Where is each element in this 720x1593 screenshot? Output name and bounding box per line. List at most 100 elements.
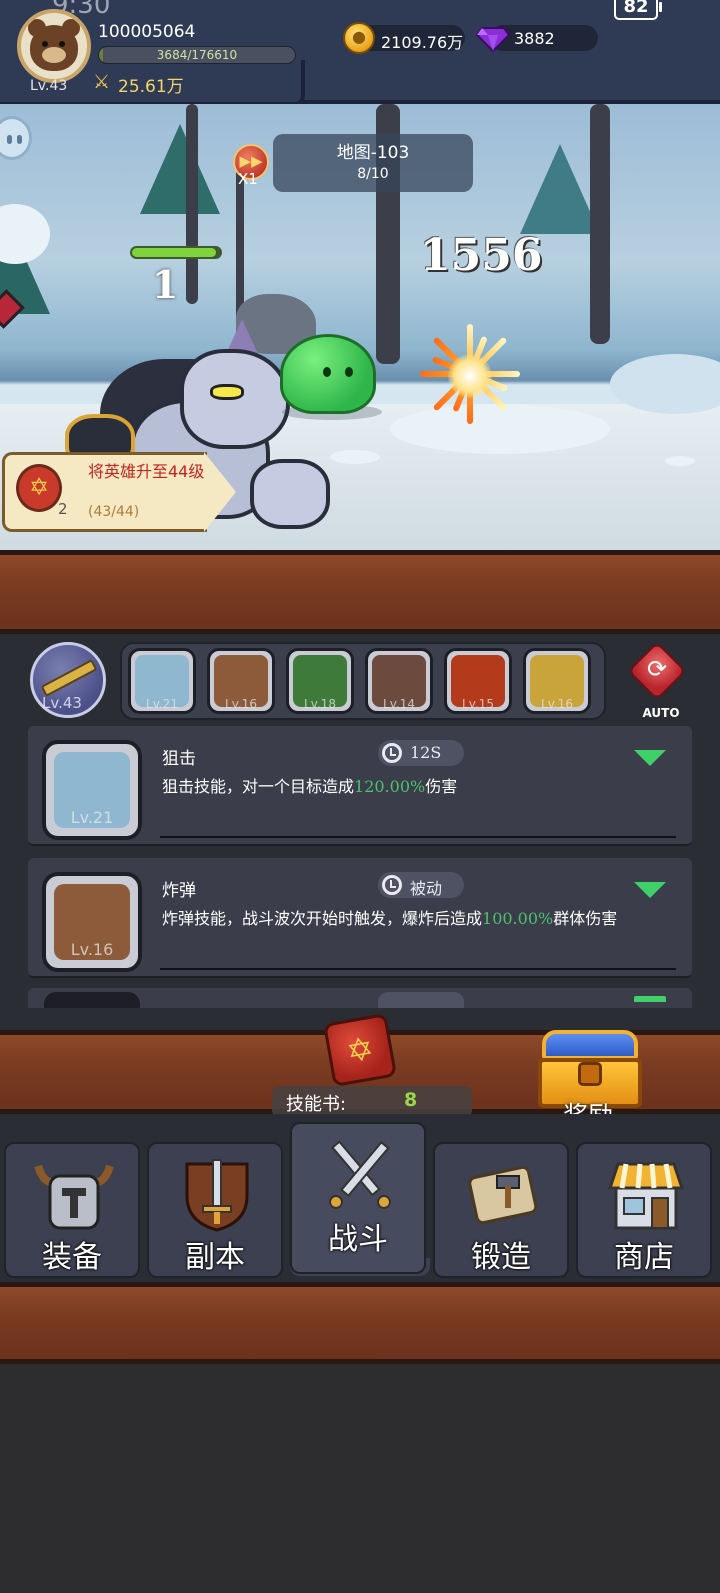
reward-chest-button[interactable]	[534, 1026, 646, 1108]
player-level: Lv.43	[30, 78, 68, 94]
green-slime-enemy	[280, 334, 376, 414]
snow-mound	[330, 450, 380, 464]
snow-mound	[665, 456, 695, 466]
slime-eye	[323, 367, 331, 377]
skill-icon-sniper: Lv.21	[42, 740, 142, 840]
desc-highlight: 100.00%	[482, 909, 554, 928]
nav-dungeon[interactable]: 副本	[147, 1142, 283, 1278]
desc-text: 群体伤害	[553, 909, 618, 928]
skill-slot-bomb[interactable]: Lv.16	[207, 648, 275, 714]
auto-button[interactable]: ⟳ AUTO	[627, 641, 687, 720]
cooldown-text: 12S	[410, 743, 442, 762]
desc-text: 狙击技能，对一个目标造成	[162, 777, 355, 796]
skill-slot-lightning[interactable]: Lv.16	[523, 648, 591, 714]
pine-tree	[520, 144, 600, 234]
hit-counter: 1	[152, 262, 179, 307]
nav-shop[interactable]: 商店	[576, 1142, 712, 1278]
chat-button[interactable]	[0, 116, 32, 160]
chat-dot	[17, 135, 22, 144]
battery-nub	[659, 2, 662, 12]
skill-slot-level: Lv.21	[146, 697, 178, 711]
hero-hp-bar	[130, 246, 222, 259]
skill-slot-creature[interactable]: Lv.14	[365, 648, 433, 714]
skill-name: 炸弹	[162, 881, 196, 901]
chat-dot	[7, 135, 12, 144]
wood-divider	[0, 1282, 720, 1364]
auto-label: AUTO	[642, 706, 680, 720]
weapon-level: Lv.43	[42, 694, 82, 712]
quest-banner[interactable]: ✡ 2 将英雄升至44级 (43/44)	[2, 452, 238, 536]
scroll-hammer-icon	[468, 1165, 538, 1225]
sword-shield-icon	[185, 1159, 249, 1232]
skill-book-count: 8	[404, 1089, 418, 1111]
skill-slot-level: Lv.14	[383, 697, 415, 711]
skill-slot-level: Lv.16	[225, 697, 257, 711]
damage-number: 1556	[420, 230, 543, 281]
clock-icon	[382, 875, 402, 895]
exp-bar: 3684/176610	[98, 46, 296, 64]
crossed-swords-icon	[329, 1140, 391, 1209]
nav-label: 副本	[185, 1240, 245, 1275]
skill-slot-poison[interactable]: Lv.18	[286, 648, 354, 714]
skill-slot-level: Lv.18	[304, 697, 336, 711]
expand-arrow-icon[interactable]	[634, 750, 666, 766]
expand-arrow-icon[interactable]	[634, 882, 666, 898]
chest-lock-icon	[578, 1062, 602, 1086]
bare-tree	[590, 104, 610, 344]
desc-text: 伤害	[425, 777, 458, 796]
shop-icon	[607, 1162, 685, 1230]
combat-power: 25.61万	[118, 77, 184, 97]
player-id: 100005064	[98, 22, 196, 42]
skill-level: Lv.16	[70, 940, 114, 959]
map-info-panel: 地图-103 8/10	[273, 134, 473, 192]
skill-description: 炸弹技能，战斗波次开始时触发，爆炸后造成100.00%群体伤害	[162, 908, 678, 930]
skill-book-icon: ✡	[322, 1012, 398, 1088]
skill-icon-partial	[44, 992, 140, 1008]
row-divider	[160, 836, 676, 838]
exp-text: 3684/176610	[156, 48, 238, 62]
desc-text: 炸弹技能，战斗波次开始时触发，爆炸后造成	[162, 909, 483, 928]
nav-forge[interactable]: 锻造	[433, 1142, 569, 1278]
skill-slot-sniper[interactable]: Lv.21	[128, 648, 196, 714]
hero-arm	[250, 459, 330, 529]
clock-icon	[382, 743, 402, 763]
gold-coin-icon: ●	[343, 22, 375, 54]
nav-equipment[interactable]: 装备	[4, 1142, 140, 1278]
skill-description: 狙击技能，对一个目标造成120.00%伤害	[162, 776, 678, 798]
quest-progress: (43/44)	[88, 504, 140, 520]
bare-tree	[186, 104, 198, 304]
nav-label: 锻造	[471, 1240, 531, 1275]
hero-hp-fill	[132, 248, 217, 257]
skill-level: Lv.21	[70, 808, 114, 827]
speed-label: X1	[238, 170, 258, 188]
cooldown-pill: 被动	[378, 872, 464, 898]
nav-label: 装备	[42, 1240, 102, 1275]
expand-arrow-icon	[634, 996, 666, 1002]
nav-battle[interactable]: 战斗	[290, 1122, 426, 1274]
quest-banner-arrow	[204, 452, 236, 532]
skill-book-icon: ✡	[16, 464, 62, 512]
skill-slot-fireball[interactable]: Lv.15	[444, 648, 512, 714]
quest-reward-count: 2	[58, 500, 68, 518]
slime-eye	[345, 367, 353, 377]
quest-text: 将英雄升至44级	[88, 462, 205, 481]
skill-name: 狙击	[162, 749, 196, 769]
bear-snout	[42, 47, 66, 63]
cooldown-pill: 12S	[378, 740, 464, 766]
nav-label: 战斗	[328, 1222, 388, 1257]
nav-label: 商店	[614, 1240, 674, 1275]
explosion-core	[448, 354, 492, 398]
skill-row-bomb[interactable]: Lv.16 炸弹 被动 炸弹技能，战斗波次开始时触发，爆炸后造成100.00%群…	[28, 858, 692, 978]
skill-row-sniper[interactable]: Lv.21 狙击 12S 狙击技能，对一个目标造成120.00%伤害	[28, 726, 692, 846]
skill-icon-bomb: Lv.16	[42, 872, 142, 972]
player-avatar[interactable]	[17, 9, 91, 83]
bear-eye	[42, 41, 48, 47]
desc-highlight: 120.00%	[354, 777, 426, 796]
row-divider	[160, 968, 676, 970]
gem-amount: 3882	[514, 29, 555, 48]
skill-book-button[interactable]: ✡	[320, 1012, 406, 1088]
gold-amount: 2109.76万	[381, 33, 464, 52]
pine-tree	[140, 124, 220, 214]
skill-book-label: 技能书:	[286, 1094, 347, 1115]
skill-row-partial[interactable]	[28, 988, 692, 1008]
